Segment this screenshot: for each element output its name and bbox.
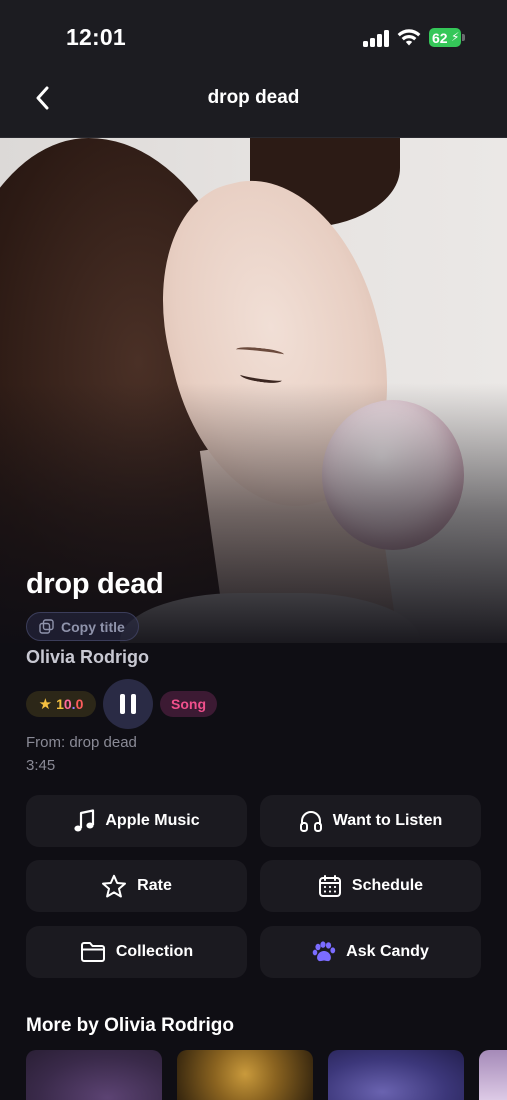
want-to-listen-label: Want to Listen xyxy=(332,812,443,829)
ask-candy-button[interactable]: Ask Candy xyxy=(260,926,481,978)
more-by-title: More by Olivia Rodrigo xyxy=(26,1015,234,1036)
wifi-icon xyxy=(397,29,421,46)
collection-label: Collection xyxy=(115,943,194,960)
paw-icon xyxy=(312,941,336,962)
folder-icon xyxy=(80,942,105,962)
rating-value: 10.0 xyxy=(56,696,83,712)
track-title: drop dead xyxy=(26,568,164,600)
artwork-fade xyxy=(0,383,507,643)
star-outline-icon xyxy=(102,874,127,897)
nav-header: drop dead xyxy=(0,70,507,138)
screen: 12:01 62 ⚡ drop dead drop dead Copy titl… xyxy=(0,0,507,1100)
want-to-listen-button[interactable]: Want to Listen xyxy=(260,795,481,847)
calendar-icon xyxy=(318,875,341,897)
rate-label: Rate xyxy=(137,877,172,894)
pause-bar-left xyxy=(120,694,125,714)
rating-value-text: 10.0 xyxy=(56,696,84,712)
status-time: 12:01 xyxy=(66,24,126,50)
type-badge: Song xyxy=(160,691,217,717)
track-duration: 3:45 xyxy=(26,757,56,774)
ask-candy-label: Ask Candy xyxy=(346,943,429,960)
status-bar: 12:01 62 ⚡ xyxy=(0,0,507,70)
star-icon: ★ xyxy=(38,696,53,713)
album-thumbnail[interactable] xyxy=(26,1050,162,1100)
album-thumbnail[interactable] xyxy=(177,1050,313,1100)
pause-button[interactable] xyxy=(103,679,153,729)
headphones-icon xyxy=(299,811,322,832)
battery-cap xyxy=(462,34,465,41)
collection-button[interactable]: Collection xyxy=(26,926,247,978)
battery-level: 62 xyxy=(432,29,448,46)
apple-music-label: Apple Music xyxy=(105,812,200,829)
pause-bar-right xyxy=(131,694,136,714)
schedule-label: Schedule xyxy=(351,877,424,894)
copy-icon xyxy=(39,619,54,634)
rating-badge[interactable]: ★ 10.0 xyxy=(26,691,96,717)
rate-button[interactable]: Rate xyxy=(26,860,247,912)
signal-icon xyxy=(363,30,389,47)
artist-name[interactable]: Olivia Rodrigo xyxy=(26,647,149,668)
apple-music-button[interactable]: Apple Music xyxy=(26,795,247,847)
copy-title-button[interactable]: Copy title xyxy=(26,612,139,641)
charging-bolt-icon: ⚡ xyxy=(451,30,460,44)
copy-title-label: Copy title xyxy=(61,618,125,635)
music-note-icon xyxy=(74,809,95,832)
from-album: From: drop dead xyxy=(26,734,137,751)
nav-title: drop dead xyxy=(207,87,300,108)
album-thumbnail[interactable] xyxy=(479,1050,507,1100)
album-thumbnail[interactable] xyxy=(328,1050,464,1100)
schedule-button[interactable]: Schedule xyxy=(260,860,481,912)
